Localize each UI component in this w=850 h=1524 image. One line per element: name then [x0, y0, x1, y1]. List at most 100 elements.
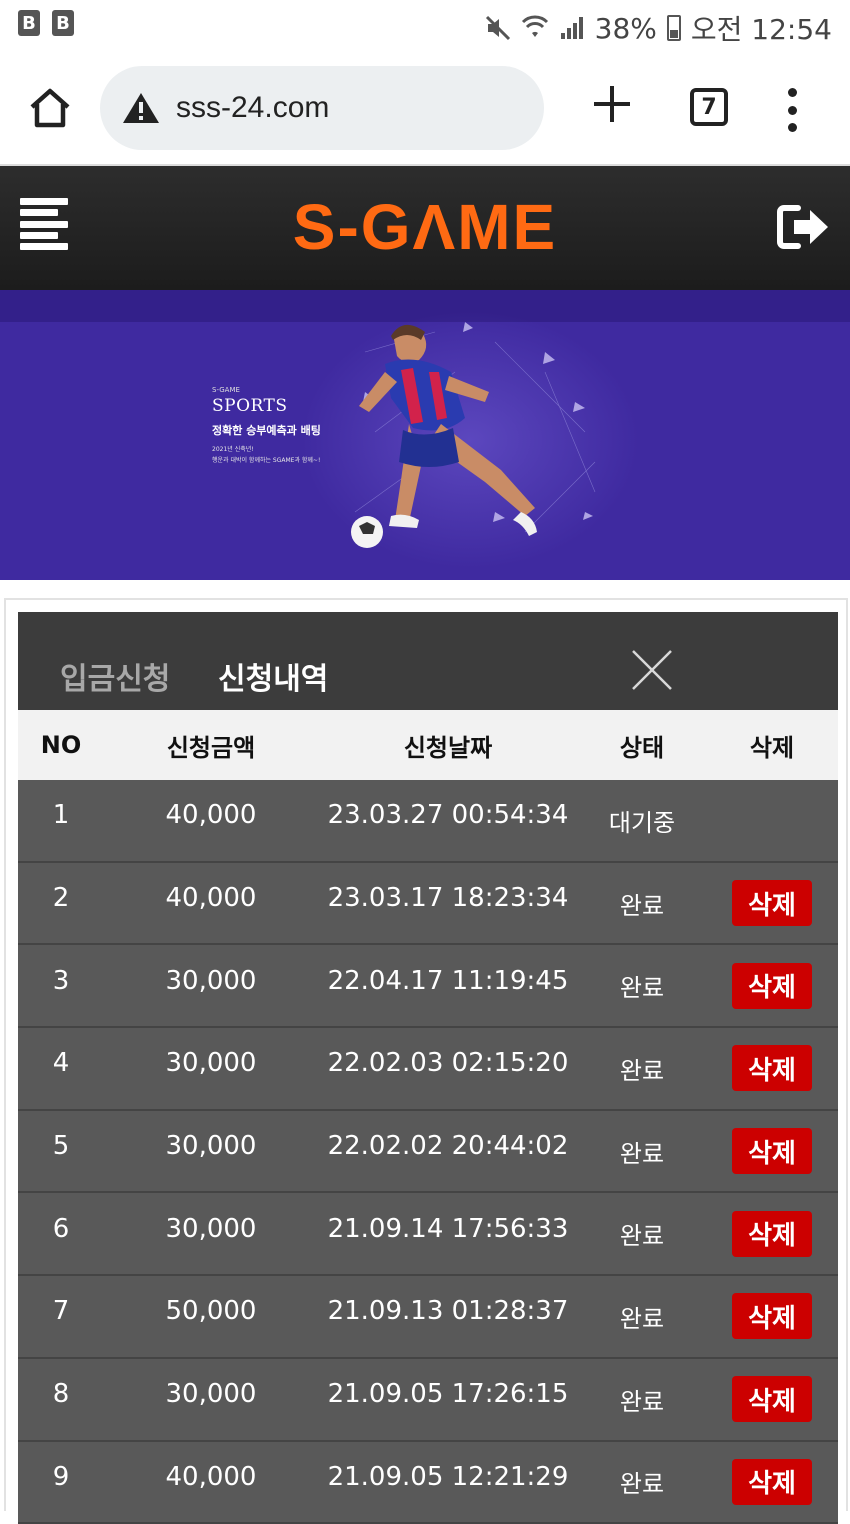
cell-delete: 삭제 [706, 1293, 838, 1339]
site-logo[interactable]: S-GΛME [0, 190, 850, 264]
cell-amount: 40,000 [104, 883, 318, 923]
table-row: 9 40,000 21.09.05 12:21:29 완료 삭제 [18, 1442, 838, 1524]
cell-date: 21.09.14 17:56:33 [318, 1214, 578, 1254]
cell-status: 완료 [578, 886, 706, 921]
table-row: 1 40,000 23.03.27 00:54:34 대기중 [18, 780, 838, 863]
wifi-icon [521, 15, 549, 41]
cell-amount: 30,000 [104, 1048, 318, 1088]
history-table-body: 1 40,000 23.03.27 00:54:34 대기중 2 40,000 … [18, 780, 838, 1524]
banner-line: 행운과 대박이 함께하는 SGAME과 함께~! [212, 455, 321, 464]
column-header-status: 상태 [578, 728, 706, 763]
cell-date: 22.02.03 02:15:20 [318, 1048, 578, 1088]
cell-amount: 30,000 [104, 1131, 318, 1171]
column-header-amount: 신청금액 [104, 728, 318, 763]
logout-button[interactable] [776, 202, 832, 252]
warning-icon[interactable] [122, 91, 160, 125]
browser-toolbar: sss-24.com 7 [0, 52, 850, 166]
cell-date: 21.09.13 01:28:37 [318, 1296, 578, 1336]
cell-no: 3 [18, 966, 104, 1006]
cell-delete: 삭제 [706, 1459, 838, 1505]
tab-request-history[interactable]: 신청내역 [218, 654, 328, 698]
table-row: 2 40,000 23.03.17 18:23:34 완료 삭제 [18, 863, 838, 946]
cell-no: 4 [18, 1048, 104, 1088]
more-menu-button[interactable] [780, 88, 804, 132]
cell-amount: 40,000 [104, 1462, 318, 1502]
cell-no: 2 [18, 883, 104, 923]
column-header-date: 신청날짜 [318, 728, 578, 763]
cell-status: 완료 [578, 1382, 706, 1417]
cell-status: 완료 [578, 1216, 706, 1251]
delete-button[interactable]: 삭제 [732, 1128, 812, 1174]
delete-button[interactable]: 삭제 [732, 880, 812, 926]
banner-line: 2021년 신축년! [212, 444, 321, 453]
cell-delete: 삭제 [706, 1211, 838, 1257]
cell-no: 6 [18, 1214, 104, 1254]
cell-status: 대기중 [578, 803, 706, 838]
table-row: 4 30,000 22.02.03 02:15:20 완료 삭제 [18, 1028, 838, 1111]
status-bar: B B 38% 오전 12:54 [0, 0, 850, 52]
close-button[interactable] [630, 648, 674, 692]
tab-deposit-request[interactable]: 입금신청 [60, 654, 170, 698]
tab-switcher-button[interactable]: 7 [690, 88, 728, 126]
site-header: S-GΛME [0, 166, 850, 290]
cell-status: 완료 [578, 1299, 706, 1334]
dot-icon [788, 123, 797, 132]
battery-icon [667, 15, 681, 41]
table-row: 5 30,000 22.02.02 20:44:02 완료 삭제 [18, 1111, 838, 1194]
cell-amount: 30,000 [104, 966, 318, 1006]
delete-button[interactable]: 삭제 [732, 1376, 812, 1422]
plus-icon [592, 84, 632, 124]
cell-amount: 40,000 [104, 800, 318, 840]
home-button[interactable] [26, 84, 74, 132]
cell-status: 완료 [578, 1051, 706, 1086]
soccer-player-image [345, 312, 605, 562]
delete-button[interactable]: 삭제 [732, 963, 812, 1009]
banner-brand: S-GAME [212, 386, 321, 394]
cell-date: 23.03.27 00:54:34 [318, 800, 578, 840]
b-app-icon: B [18, 10, 40, 36]
cell-delete: 삭제 [706, 1045, 838, 1091]
column-header-delete: 삭제 [706, 728, 838, 763]
cell-amount: 50,000 [104, 1296, 318, 1336]
panel-tab-bar: 입금신청 신청내역 [18, 612, 838, 710]
cell-date: 22.02.02 20:44:02 [318, 1131, 578, 1171]
cell-no: 5 [18, 1131, 104, 1171]
cell-date: 23.03.17 18:23:34 [318, 883, 578, 923]
banner-subtitle: 정확한 승부예측과 배팅 [212, 422, 321, 438]
url-text[interactable]: sss-24.com [176, 91, 329, 125]
delete-button[interactable]: 삭제 [732, 1459, 812, 1505]
close-icon [630, 648, 674, 692]
new-tab-button[interactable] [590, 84, 634, 132]
table-header: NO 신청금액 신청날짜 상태 삭제 [18, 710, 838, 780]
logout-icon [776, 202, 832, 252]
deposit-panel: 입금신청 신청내역 NO 신청금액 신청날짜 상태 삭제 1 40,000 23… [4, 598, 848, 1511]
notification-icons: B B [18, 10, 74, 36]
banner-text: S-GAME SPORTS 정확한 승부예측과 배팅 2021년 신축년! 행운… [212, 386, 321, 466]
signal-icon [559, 15, 585, 41]
sports-banner[interactable]: S-GAME SPORTS 정확한 승부예측과 배팅 2021년 신축년! 행운… [0, 290, 850, 580]
table-row: 8 30,000 21.09.05 17:26:15 완료 삭제 [18, 1359, 838, 1442]
cell-status: 완료 [578, 1464, 706, 1499]
table-row: 6 30,000 21.09.14 17:56:33 완료 삭제 [18, 1193, 838, 1276]
b-app-icon: B [52, 10, 74, 36]
delete-button[interactable]: 삭제 [732, 1211, 812, 1257]
table-row: 3 30,000 22.04.17 11:19:45 완료 삭제 [18, 945, 838, 1028]
battery-percent: 38% [595, 12, 657, 45]
cell-date: 21.09.05 12:21:29 [318, 1462, 578, 1502]
mute-icon [485, 15, 511, 41]
delete-button[interactable]: 삭제 [732, 1293, 812, 1339]
cell-date: 21.09.05 17:26:15 [318, 1379, 578, 1419]
home-icon [28, 87, 72, 129]
cell-delete: 삭제 [706, 1376, 838, 1422]
cell-no: 7 [18, 1296, 104, 1336]
cell-amount: 30,000 [104, 1379, 318, 1419]
column-header-no: NO [18, 731, 104, 759]
cell-no: 8 [18, 1379, 104, 1419]
address-bar[interactable]: sss-24.com [100, 66, 544, 150]
delete-button[interactable]: 삭제 [732, 1045, 812, 1091]
system-status: 38% 오전 12:54 [485, 8, 832, 48]
cell-amount: 30,000 [104, 1214, 318, 1254]
dot-icon [788, 88, 797, 97]
dot-icon [788, 106, 797, 115]
cell-no: 9 [18, 1462, 104, 1502]
